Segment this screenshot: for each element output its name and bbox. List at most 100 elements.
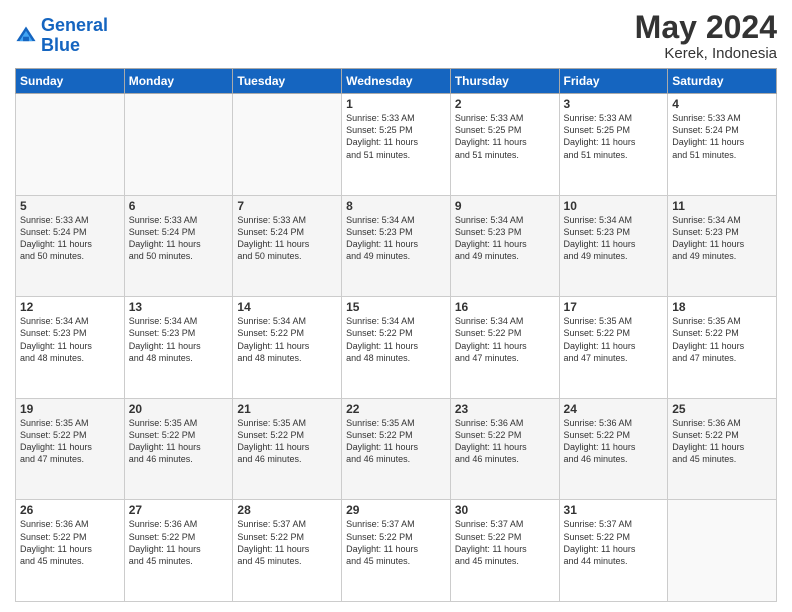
day-number: 5 [20, 199, 120, 213]
calendar-cell [233, 94, 342, 196]
day-info: Sunrise: 5:35 AM Sunset: 5:22 PM Dayligh… [346, 417, 446, 466]
calendar-cell: 30Sunrise: 5:37 AM Sunset: 5:22 PM Dayli… [450, 500, 559, 602]
calendar-cell: 4Sunrise: 5:33 AM Sunset: 5:24 PM Daylig… [668, 94, 777, 196]
calendar-cell [668, 500, 777, 602]
day-number: 15 [346, 300, 446, 314]
calendar-header-saturday: Saturday [668, 69, 777, 94]
calendar-cell: 3Sunrise: 5:33 AM Sunset: 5:25 PM Daylig… [559, 94, 668, 196]
day-number: 4 [672, 97, 772, 111]
day-number: 19 [20, 402, 120, 416]
day-number: 17 [564, 300, 664, 314]
calendar-cell: 13Sunrise: 5:34 AM Sunset: 5:23 PM Dayli… [124, 297, 233, 399]
day-number: 1 [346, 97, 446, 111]
main-title: May 2024 [635, 10, 777, 45]
calendar-cell: 27Sunrise: 5:36 AM Sunset: 5:22 PM Dayli… [124, 500, 233, 602]
calendar-week-1: 1Sunrise: 5:33 AM Sunset: 5:25 PM Daylig… [16, 94, 777, 196]
day-info: Sunrise: 5:36 AM Sunset: 5:22 PM Dayligh… [672, 417, 772, 466]
calendar-header-row: SundayMondayTuesdayWednesdayThursdayFrid… [16, 69, 777, 94]
day-info: Sunrise: 5:36 AM Sunset: 5:22 PM Dayligh… [129, 518, 229, 567]
day-info: Sunrise: 5:37 AM Sunset: 5:22 PM Dayligh… [564, 518, 664, 567]
calendar-cell: 11Sunrise: 5:34 AM Sunset: 5:23 PM Dayli… [668, 195, 777, 297]
calendar-week-5: 26Sunrise: 5:36 AM Sunset: 5:22 PM Dayli… [16, 500, 777, 602]
day-number: 26 [20, 503, 120, 517]
day-number: 10 [564, 199, 664, 213]
logo-text: General Blue [41, 16, 108, 56]
day-number: 18 [672, 300, 772, 314]
day-number: 2 [455, 97, 555, 111]
calendar-cell: 18Sunrise: 5:35 AM Sunset: 5:22 PM Dayli… [668, 297, 777, 399]
page: General Blue May 2024 Kerek, Indonesia S… [0, 0, 792, 612]
day-info: Sunrise: 5:37 AM Sunset: 5:22 PM Dayligh… [346, 518, 446, 567]
calendar-table: SundayMondayTuesdayWednesdayThursdayFrid… [15, 68, 777, 602]
day-info: Sunrise: 5:35 AM Sunset: 5:22 PM Dayligh… [20, 417, 120, 466]
day-info: Sunrise: 5:34 AM Sunset: 5:23 PM Dayligh… [346, 214, 446, 263]
day-info: Sunrise: 5:34 AM Sunset: 5:23 PM Dayligh… [672, 214, 772, 263]
calendar-header-friday: Friday [559, 69, 668, 94]
calendar-cell: 25Sunrise: 5:36 AM Sunset: 5:22 PM Dayli… [668, 398, 777, 500]
day-info: Sunrise: 5:34 AM Sunset: 5:23 PM Dayligh… [129, 315, 229, 364]
day-number: 12 [20, 300, 120, 314]
day-info: Sunrise: 5:34 AM Sunset: 5:22 PM Dayligh… [455, 315, 555, 364]
day-number: 23 [455, 402, 555, 416]
day-info: Sunrise: 5:34 AM Sunset: 5:22 PM Dayligh… [237, 315, 337, 364]
logo-line1: General [41, 15, 108, 35]
calendar-cell: 29Sunrise: 5:37 AM Sunset: 5:22 PM Dayli… [342, 500, 451, 602]
header: General Blue May 2024 Kerek, Indonesia [15, 10, 777, 62]
title-block: May 2024 Kerek, Indonesia [635, 10, 777, 62]
calendar-cell: 31Sunrise: 5:37 AM Sunset: 5:22 PM Dayli… [559, 500, 668, 602]
calendar-cell [124, 94, 233, 196]
day-info: Sunrise: 5:34 AM Sunset: 5:22 PM Dayligh… [346, 315, 446, 364]
calendar-week-4: 19Sunrise: 5:35 AM Sunset: 5:22 PM Dayli… [16, 398, 777, 500]
day-number: 22 [346, 402, 446, 416]
day-info: Sunrise: 5:35 AM Sunset: 5:22 PM Dayligh… [672, 315, 772, 364]
subtitle: Kerek, Indonesia [635, 45, 777, 62]
calendar-cell: 2Sunrise: 5:33 AM Sunset: 5:25 PM Daylig… [450, 94, 559, 196]
day-info: Sunrise: 5:33 AM Sunset: 5:25 PM Dayligh… [455, 112, 555, 161]
day-info: Sunrise: 5:33 AM Sunset: 5:25 PM Dayligh… [564, 112, 664, 161]
day-info: Sunrise: 5:36 AM Sunset: 5:22 PM Dayligh… [20, 518, 120, 567]
day-info: Sunrise: 5:35 AM Sunset: 5:22 PM Dayligh… [237, 417, 337, 466]
day-number: 7 [237, 199, 337, 213]
day-number: 8 [346, 199, 446, 213]
calendar-cell: 23Sunrise: 5:36 AM Sunset: 5:22 PM Dayli… [450, 398, 559, 500]
calendar-cell: 8Sunrise: 5:34 AM Sunset: 5:23 PM Daylig… [342, 195, 451, 297]
day-number: 30 [455, 503, 555, 517]
logo: General Blue [15, 16, 108, 56]
calendar-cell: 7Sunrise: 5:33 AM Sunset: 5:24 PM Daylig… [233, 195, 342, 297]
day-info: Sunrise: 5:33 AM Sunset: 5:24 PM Dayligh… [672, 112, 772, 161]
day-info: Sunrise: 5:33 AM Sunset: 5:25 PM Dayligh… [346, 112, 446, 161]
day-number: 13 [129, 300, 229, 314]
day-info: Sunrise: 5:37 AM Sunset: 5:22 PM Dayligh… [455, 518, 555, 567]
day-number: 25 [672, 402, 772, 416]
day-number: 16 [455, 300, 555, 314]
calendar-cell: 6Sunrise: 5:33 AM Sunset: 5:24 PM Daylig… [124, 195, 233, 297]
calendar-cell: 16Sunrise: 5:34 AM Sunset: 5:22 PM Dayli… [450, 297, 559, 399]
calendar-cell: 21Sunrise: 5:35 AM Sunset: 5:22 PM Dayli… [233, 398, 342, 500]
calendar-header-thursday: Thursday [450, 69, 559, 94]
calendar-cell: 22Sunrise: 5:35 AM Sunset: 5:22 PM Dayli… [342, 398, 451, 500]
day-number: 20 [129, 402, 229, 416]
day-number: 3 [564, 97, 664, 111]
day-number: 14 [237, 300, 337, 314]
logo-icon [15, 25, 37, 47]
calendar-cell: 10Sunrise: 5:34 AM Sunset: 5:23 PM Dayli… [559, 195, 668, 297]
day-number: 31 [564, 503, 664, 517]
calendar-cell: 19Sunrise: 5:35 AM Sunset: 5:22 PM Dayli… [16, 398, 125, 500]
day-info: Sunrise: 5:34 AM Sunset: 5:23 PM Dayligh… [455, 214, 555, 263]
calendar-cell: 12Sunrise: 5:34 AM Sunset: 5:23 PM Dayli… [16, 297, 125, 399]
calendar-cell: 15Sunrise: 5:34 AM Sunset: 5:22 PM Dayli… [342, 297, 451, 399]
calendar-cell: 17Sunrise: 5:35 AM Sunset: 5:22 PM Dayli… [559, 297, 668, 399]
calendar-header-sunday: Sunday [16, 69, 125, 94]
day-info: Sunrise: 5:33 AM Sunset: 5:24 PM Dayligh… [237, 214, 337, 263]
day-info: Sunrise: 5:35 AM Sunset: 5:22 PM Dayligh… [564, 315, 664, 364]
day-number: 29 [346, 503, 446, 517]
calendar-cell: 24Sunrise: 5:36 AM Sunset: 5:22 PM Dayli… [559, 398, 668, 500]
calendar-cell: 28Sunrise: 5:37 AM Sunset: 5:22 PM Dayli… [233, 500, 342, 602]
calendar-week-3: 12Sunrise: 5:34 AM Sunset: 5:23 PM Dayli… [16, 297, 777, 399]
day-info: Sunrise: 5:33 AM Sunset: 5:24 PM Dayligh… [20, 214, 120, 263]
day-info: Sunrise: 5:34 AM Sunset: 5:23 PM Dayligh… [20, 315, 120, 364]
calendar-header-monday: Monday [124, 69, 233, 94]
calendar-cell: 1Sunrise: 5:33 AM Sunset: 5:25 PM Daylig… [342, 94, 451, 196]
calendar-header-tuesday: Tuesday [233, 69, 342, 94]
day-info: Sunrise: 5:36 AM Sunset: 5:22 PM Dayligh… [564, 417, 664, 466]
